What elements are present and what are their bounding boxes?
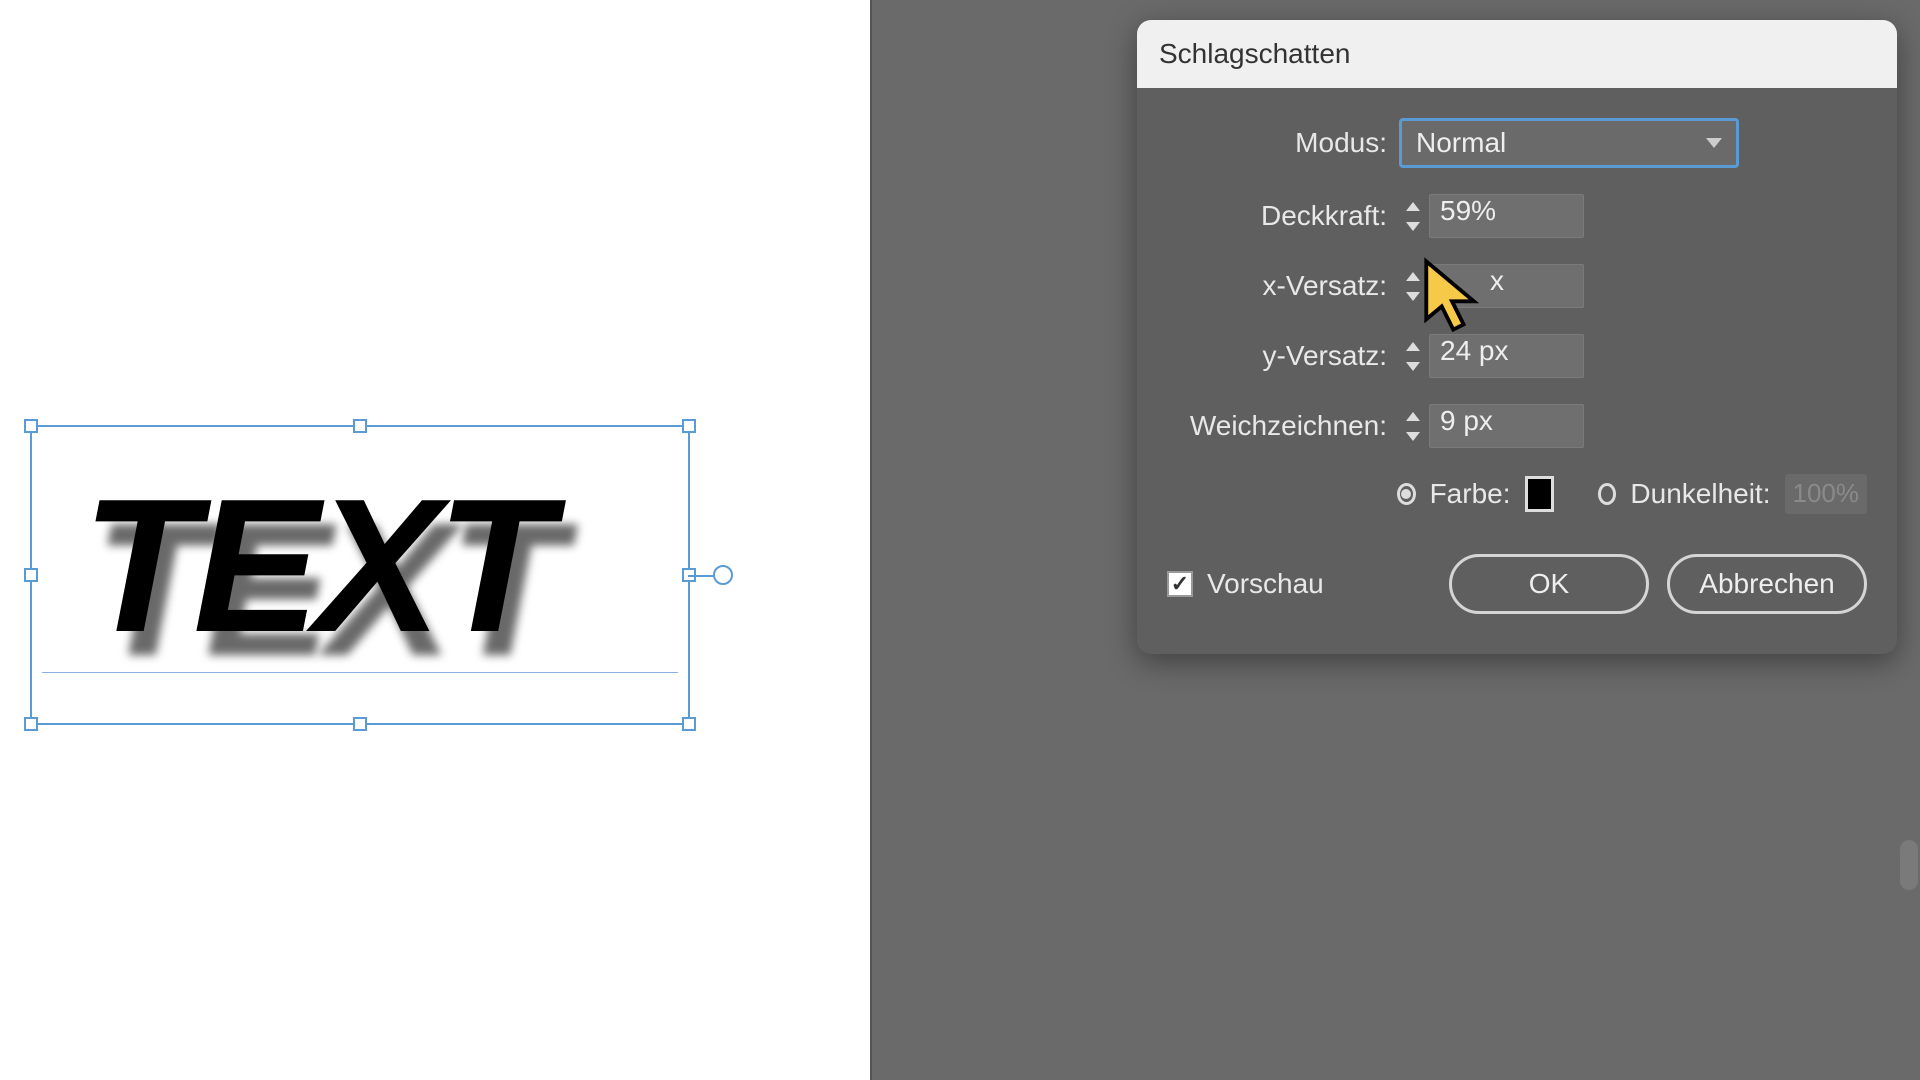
preview-checkbox[interactable] xyxy=(1167,571,1193,597)
mode-label: Modus: xyxy=(1167,127,1387,159)
resize-handle-bl[interactable] xyxy=(24,717,38,731)
color-radio[interactable] xyxy=(1397,483,1416,505)
resize-handle-bc[interactable] xyxy=(353,717,367,731)
yoffset-label: y-Versatz: xyxy=(1167,340,1387,372)
canvas-area[interactable]: TEXT xyxy=(0,0,870,1080)
blur-label: Weichzeichnen: xyxy=(1167,410,1387,442)
stepper-up-icon[interactable] xyxy=(1399,196,1427,216)
resize-handle-tl[interactable] xyxy=(24,419,38,433)
opacity-label: Deckkraft: xyxy=(1167,200,1387,232)
resize-handle-br[interactable] xyxy=(682,717,696,731)
darkness-radio[interactable] xyxy=(1598,483,1617,505)
xoffset-label: x-Versatz: xyxy=(1167,270,1387,302)
drop-shadow-dialog: Schlagschatten Modus: Normal Deckkraft: … xyxy=(1137,20,1897,654)
opacity-stepper[interactable] xyxy=(1399,194,1427,238)
resize-handle-tc[interactable] xyxy=(353,419,367,433)
dialog-title: Schlagschatten xyxy=(1137,20,1897,88)
stepper-down-icon[interactable] xyxy=(1399,356,1427,376)
resize-handle-ml[interactable] xyxy=(24,568,38,582)
color-swatch[interactable] xyxy=(1525,476,1555,512)
blur-input[interactable]: 9 px xyxy=(1429,404,1584,448)
color-label: Farbe: xyxy=(1430,478,1511,510)
mode-value: Normal xyxy=(1416,127,1506,159)
opacity-input[interactable]: 59% xyxy=(1429,194,1584,238)
scrollbar-thumb[interactable] xyxy=(1900,840,1918,890)
darkness-label: Dunkelheit: xyxy=(1630,478,1770,510)
mode-select[interactable]: Normal xyxy=(1399,118,1739,168)
resize-handle-tr[interactable] xyxy=(682,419,696,433)
ok-button[interactable]: OK xyxy=(1449,554,1649,614)
cursor-icon xyxy=(1417,255,1487,345)
text-selection-box[interactable]: TEXT xyxy=(30,425,690,725)
darkness-value: 100% xyxy=(1785,474,1868,514)
stepper-down-icon[interactable] xyxy=(1399,426,1427,446)
canvas-text[interactable]: TEXT xyxy=(82,457,548,675)
properties-pane: Schlagschatten Modus: Normal Deckkraft: … xyxy=(870,0,1920,1080)
preview-label: Vorschau xyxy=(1207,568,1324,600)
chevron-down-icon xyxy=(1706,138,1722,148)
cancel-button[interactable]: Abbrechen xyxy=(1667,554,1867,614)
stepper-up-icon[interactable] xyxy=(1399,406,1427,426)
stepper-down-icon[interactable] xyxy=(1399,216,1427,236)
blur-stepper[interactable] xyxy=(1399,404,1427,448)
rotate-handle[interactable] xyxy=(713,565,733,585)
